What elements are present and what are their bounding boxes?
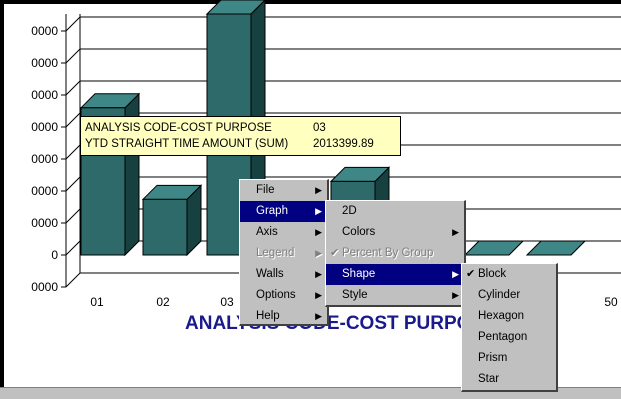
y-tick-label: 0000 (31, 152, 58, 166)
graph-submenu: 2D Colors ▶ ✔ Percent By Group Shape ▶ Styl… (325, 200, 466, 307)
submenu-arrow-icon: ▶ (452, 269, 459, 279)
menu-item-label: Options (256, 289, 296, 301)
menu-item-label: Pentagon (478, 331, 528, 343)
menu-item-axis[interactable]: Axis ▶ (240, 222, 327, 243)
menu-item-label: Help (256, 310, 280, 322)
menu-item-star[interactable]: Star (462, 369, 556, 390)
submenu-arrow-icon: ▶ (315, 269, 322, 279)
submenu-arrow-icon: ▶ (315, 227, 322, 237)
gridline (65, 48, 621, 64)
y-tick-label: 0000 (31, 24, 58, 38)
menu-item-label: Percent By Group (342, 247, 434, 259)
y-tick-label: 0000 (31, 56, 58, 70)
x-tick-label: 50 (604, 295, 618, 309)
gridline (65, 80, 621, 96)
menu-item-graph[interactable]: Graph ▶ (240, 201, 327, 222)
menu-item-colors[interactable]: Colors ▶ (326, 222, 464, 243)
menu-item-label: Axis (256, 226, 278, 238)
x-tick-label: 03 (220, 295, 234, 309)
y-tick-label: 0000 (31, 216, 58, 230)
y-tick-label: 0000 (31, 184, 58, 198)
menu-item-help[interactable]: Help ▶ (240, 306, 327, 327)
tooltip-row: YTD STRAIGHT TIME AMOUNT (SUM) 2013399.8… (85, 136, 396, 152)
menu-item-label: Hexagon (478, 310, 525, 322)
x-tick-label: 02 (156, 295, 170, 309)
submenu-arrow-icon: ▶ (315, 290, 322, 300)
menu-item-label: Star (478, 373, 500, 385)
x-axis-title: ANALYSIS CODE-COST PURPOSE (185, 313, 497, 334)
context-menu: File ▶ Graph ▶ Axis ▶ Legend ▶ Walls ▶ Option… (239, 179, 329, 326)
check-icon: ✔ (330, 247, 340, 259)
tooltip-key: ANALYSIS CODE-COST PURPOSE (85, 122, 272, 134)
submenu-arrow-icon: ▶ (315, 248, 322, 258)
menu-item-shape[interactable]: Shape ▶ (326, 264, 464, 285)
menu-item-walls[interactable]: Walls ▶ (240, 264, 327, 285)
menu-item-label: Graph (256, 205, 288, 217)
tooltip-value: 03 (313, 122, 326, 134)
submenu-arrow-icon: ▶ (452, 227, 459, 237)
menu-item-pentagon[interactable]: Pentagon (462, 327, 556, 348)
tooltip-row: ANALYSIS CODE-COST PURPOSE 03 (85, 120, 396, 136)
y-tick-label: 0 (51, 248, 58, 262)
submenu-arrow-icon: ▶ (315, 311, 322, 321)
x-tick-label: 01 (90, 295, 104, 309)
y-tick-label: 0000 (31, 88, 58, 102)
bar (142, 198, 188, 256)
menu-item-percent-by-group[interactable]: ✔ Percent By Group (326, 243, 464, 264)
submenu-arrow-icon: ▶ (452, 290, 459, 300)
menu-item-file[interactable]: File ▶ (240, 180, 327, 201)
menu-item-block[interactable]: ✔ Block (462, 264, 556, 285)
menu-item-options[interactable]: Options ▶ (240, 285, 327, 306)
menu-item-legend[interactable]: Legend ▶ (240, 243, 327, 264)
menu-item-label: Shape (342, 268, 376, 280)
submenu-arrow-icon: ▶ (315, 206, 322, 216)
menu-item-prism[interactable]: Prism (462, 348, 556, 369)
tooltip-value: 2013399.89 (313, 138, 374, 150)
menu-item-cylinder[interactable]: Cylinder (462, 285, 556, 306)
shape-submenu: ✔ Block Cylinder Hexagon Pentagon Prism S… (461, 263, 558, 392)
data-tooltip: ANALYSIS CODE-COST PURPOSE 03 YTD STRAIG… (80, 116, 401, 156)
y-tick-label: 0000 (31, 280, 58, 294)
tooltip-key: YTD STRAIGHT TIME AMOUNT (SUM) (85, 138, 289, 150)
menu-item-label: Prism (478, 352, 508, 364)
menu-item-label: 2D (342, 205, 357, 217)
check-icon: ✔ (466, 268, 476, 280)
menu-item-label: Legend (256, 247, 295, 259)
menu-item-2d[interactable]: 2D (326, 201, 464, 222)
y-tick-label: 0000 (31, 120, 58, 134)
menu-item-label: Cylinder (478, 289, 521, 301)
menu-item-style[interactable]: Style ▶ (326, 285, 464, 306)
menu-item-label: Block (478, 268, 507, 280)
menu-item-hexagon[interactable]: Hexagon (462, 306, 556, 327)
menu-item-label: Style (342, 289, 368, 301)
menu-item-label: File (256, 184, 275, 196)
menu-item-label: Walls (256, 268, 284, 280)
submenu-arrow-icon: ▶ (315, 185, 322, 195)
bar-top (463, 240, 525, 256)
gridline (65, 16, 621, 32)
bar-top (525, 240, 587, 256)
menu-item-label: Colors (342, 226, 376, 238)
